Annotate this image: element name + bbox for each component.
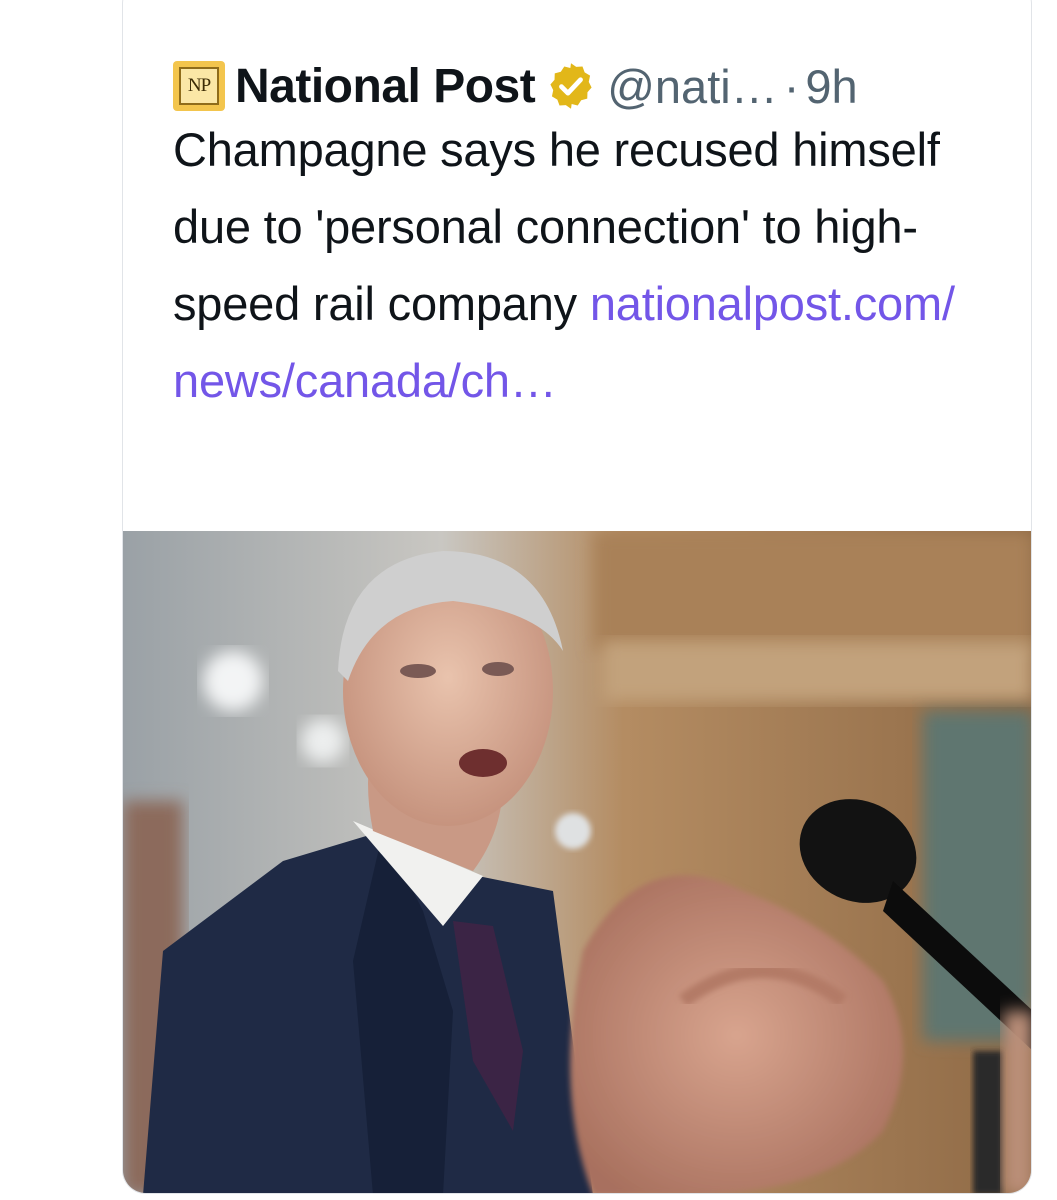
separator-dot: · bbox=[783, 59, 800, 113]
tweet-body: Champagne says he recused himself due to… bbox=[173, 111, 983, 419]
tweet-card[interactable]: NP National Post @nati… · 9h Champagne s… bbox=[122, 0, 1032, 1194]
news-photo bbox=[123, 531, 1031, 1193]
tweet-timestamp[interactable]: 9h bbox=[805, 59, 857, 114]
np-logo-icon: NP bbox=[179, 67, 219, 105]
account-name[interactable]: National Post bbox=[235, 59, 536, 114]
account-avatar[interactable]: NP bbox=[173, 61, 225, 111]
account-handle[interactable]: @nati… bbox=[607, 59, 778, 114]
verified-badge-icon bbox=[550, 63, 592, 109]
tweet-photo[interactable] bbox=[123, 531, 1031, 1193]
tweet-header: NP National Post @nati… · 9h bbox=[173, 56, 858, 116]
